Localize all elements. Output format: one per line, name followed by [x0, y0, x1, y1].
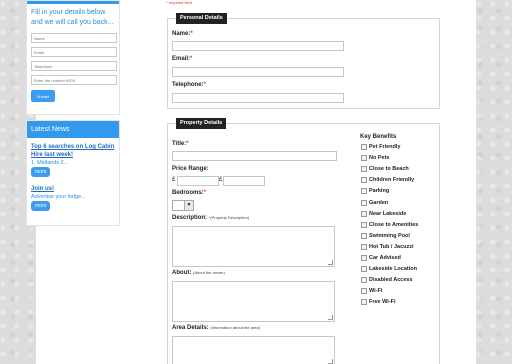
- name-label: Name:*: [172, 31, 193, 37]
- benefit-label: Near Lakeside: [369, 210, 407, 217]
- benefit-checkbox[interactable]: [361, 266, 367, 273]
- title-input[interactable]: [172, 151, 337, 161]
- required-field-note: * required field: [166, 0, 192, 5]
- benefit-checkbox-row[interactable]: Close to Beach: [361, 166, 409, 173]
- area-details-textarea[interactable]: [172, 336, 335, 364]
- property-details-legend: Property Details: [176, 118, 227, 129]
- telephone-input[interactable]: [172, 93, 344, 103]
- benefit-checkbox-row[interactable]: Car Advised: [361, 255, 401, 261]
- benefit-label: Pet Friendly: [369, 144, 401, 150]
- area-details-label: Area Details: (Information about the are…: [172, 325, 260, 331]
- price-max-currency: £: [219, 177, 223, 183]
- benefit-checkbox[interactable]: [361, 221, 367, 228]
- email-input[interactable]: [172, 67, 344, 77]
- benefit-label: Children Friendly: [369, 177, 415, 184]
- news-item: Top 6 searches on Log Cabin Hire last we…: [31, 143, 115, 177]
- price-range-label: Price Range:: [172, 166, 209, 172]
- callback-email-input[interactable]: [31, 47, 117, 57]
- benefit-checkbox[interactable]: [361, 210, 367, 217]
- name-input[interactable]: [172, 41, 344, 51]
- about-label: About: (About the owner): [172, 270, 225, 276]
- news-item-excerpt: 1. Midlands 2...: [31, 160, 69, 166]
- price-max-input[interactable]: [223, 176, 265, 186]
- benefit-checkbox-row[interactable]: Swimming Pool: [361, 232, 410, 239]
- benefit-checkbox[interactable]: [361, 255, 367, 261]
- benefit-checkbox[interactable]: [361, 188, 367, 195]
- price-min-currency: £: [172, 177, 176, 183]
- benefit-checkbox[interactable]: [361, 277, 367, 284]
- benefit-checkbox[interactable]: [361, 232, 367, 239]
- personal-details-legend: Personal Details: [176, 13, 227, 24]
- price-min-input[interactable]: [177, 176, 219, 186]
- news-item-title-link[interactable]: Top 6 searches on Log Cabin Hire last we…: [31, 143, 115, 159]
- benefit-checkbox-row[interactable]: Lakeside Location: [361, 266, 417, 273]
- benefit-checkbox-row[interactable]: Pet Friendly: [361, 144, 400, 150]
- about-textarea[interactable]: [172, 281, 335, 322]
- news-item-title-link[interactable]: Join us!: [31, 185, 115, 193]
- benefit-checkbox-row[interactable]: Hot Tub / Jacuzzi: [361, 243, 414, 250]
- benefit-label: Garden: [369, 199, 389, 206]
- benefit-checkbox-row[interactable]: Garden: [361, 199, 389, 206]
- benefit-checkbox-row[interactable]: No Pets: [361, 155, 390, 162]
- benefit-checkbox-row[interactable]: Disabled Access: [361, 277, 413, 284]
- latest-news-panel: Latest News Top 6 searches on Log Cabin …: [26, 120, 120, 226]
- benefit-label: Hot Tub / Jacuzzi: [369, 243, 414, 250]
- benefit-label: Swimming Pool: [369, 232, 410, 239]
- latest-news-heading: Latest News: [27, 121, 119, 138]
- benefit-checkbox[interactable]: [361, 177, 367, 184]
- benefit-checkbox-row[interactable]: Near Lakeside: [361, 210, 407, 217]
- key-benefits-title: Key Benefits: [360, 134, 397, 140]
- email-label: Email:*: [172, 56, 193, 62]
- benefit-checkbox[interactable]: [361, 155, 367, 162]
- callback-captcha-input[interactable]: [31, 75, 117, 85]
- callback-submit-button[interactable]: Submit: [31, 90, 55, 102]
- benefit-label: Close to Beach: [369, 166, 409, 173]
- benefit-label: Wi-Fi: [369, 288, 383, 295]
- description-label: Description: *(Property Description): [172, 215, 250, 221]
- callback-telephone-input[interactable]: [31, 61, 117, 71]
- news-more-button[interactable]: more: [31, 167, 51, 177]
- telephone-label: Telephone:*: [172, 82, 206, 88]
- callback-intro: Fill in your details below and we will c…: [31, 9, 114, 26]
- benefit-checkbox[interactable]: [361, 299, 367, 306]
- benefit-checkbox-row[interactable]: Parking: [361, 188, 390, 195]
- benefit-checkbox[interactable]: [361, 144, 367, 150]
- bedrooms-select[interactable]: ▼: [172, 200, 194, 211]
- news-item: Join us! Advertise your lodge... more: [31, 185, 115, 211]
- benefit-checkbox[interactable]: [361, 243, 367, 250]
- benefit-label: Close to Amenities: [369, 221, 419, 228]
- bedrooms-label: Bedrooms:*: [172, 190, 207, 196]
- callback-name-input[interactable]: [31, 33, 117, 43]
- benefit-checkbox[interactable]: [361, 288, 367, 295]
- news-more-button[interactable]: more: [31, 201, 51, 211]
- benefit-label: Parking: [369, 188, 390, 195]
- chevron-down-icon: ▼: [184, 201, 193, 210]
- description-textarea[interactable]: [172, 226, 335, 267]
- benefit-checkbox-row[interactable]: Free Wi-Fi: [361, 299, 396, 306]
- title-label: Title:*: [172, 141, 189, 147]
- benefit-checkbox[interactable]: [361, 166, 367, 173]
- benefit-label: Lakeside Location: [369, 266, 417, 273]
- benefit-label: No Pets: [369, 155, 390, 162]
- benefit-label: Car Advised: [369, 255, 401, 261]
- callback-panel: Fill in your details below and we will c…: [26, 0, 120, 115]
- news-item-excerpt: Advertise your lodge...: [31, 194, 86, 200]
- benefit-checkbox-row[interactable]: Close to Amenities: [361, 221, 419, 228]
- benefit-checkbox-row[interactable]: Wi-Fi: [361, 288, 383, 295]
- benefit-label: Free Wi-Fi: [369, 299, 396, 306]
- benefit-label: Disabled Access: [369, 277, 413, 284]
- benefit-checkbox-row[interactable]: Children Friendly: [361, 177, 415, 184]
- benefit-checkbox[interactable]: [361, 199, 367, 206]
